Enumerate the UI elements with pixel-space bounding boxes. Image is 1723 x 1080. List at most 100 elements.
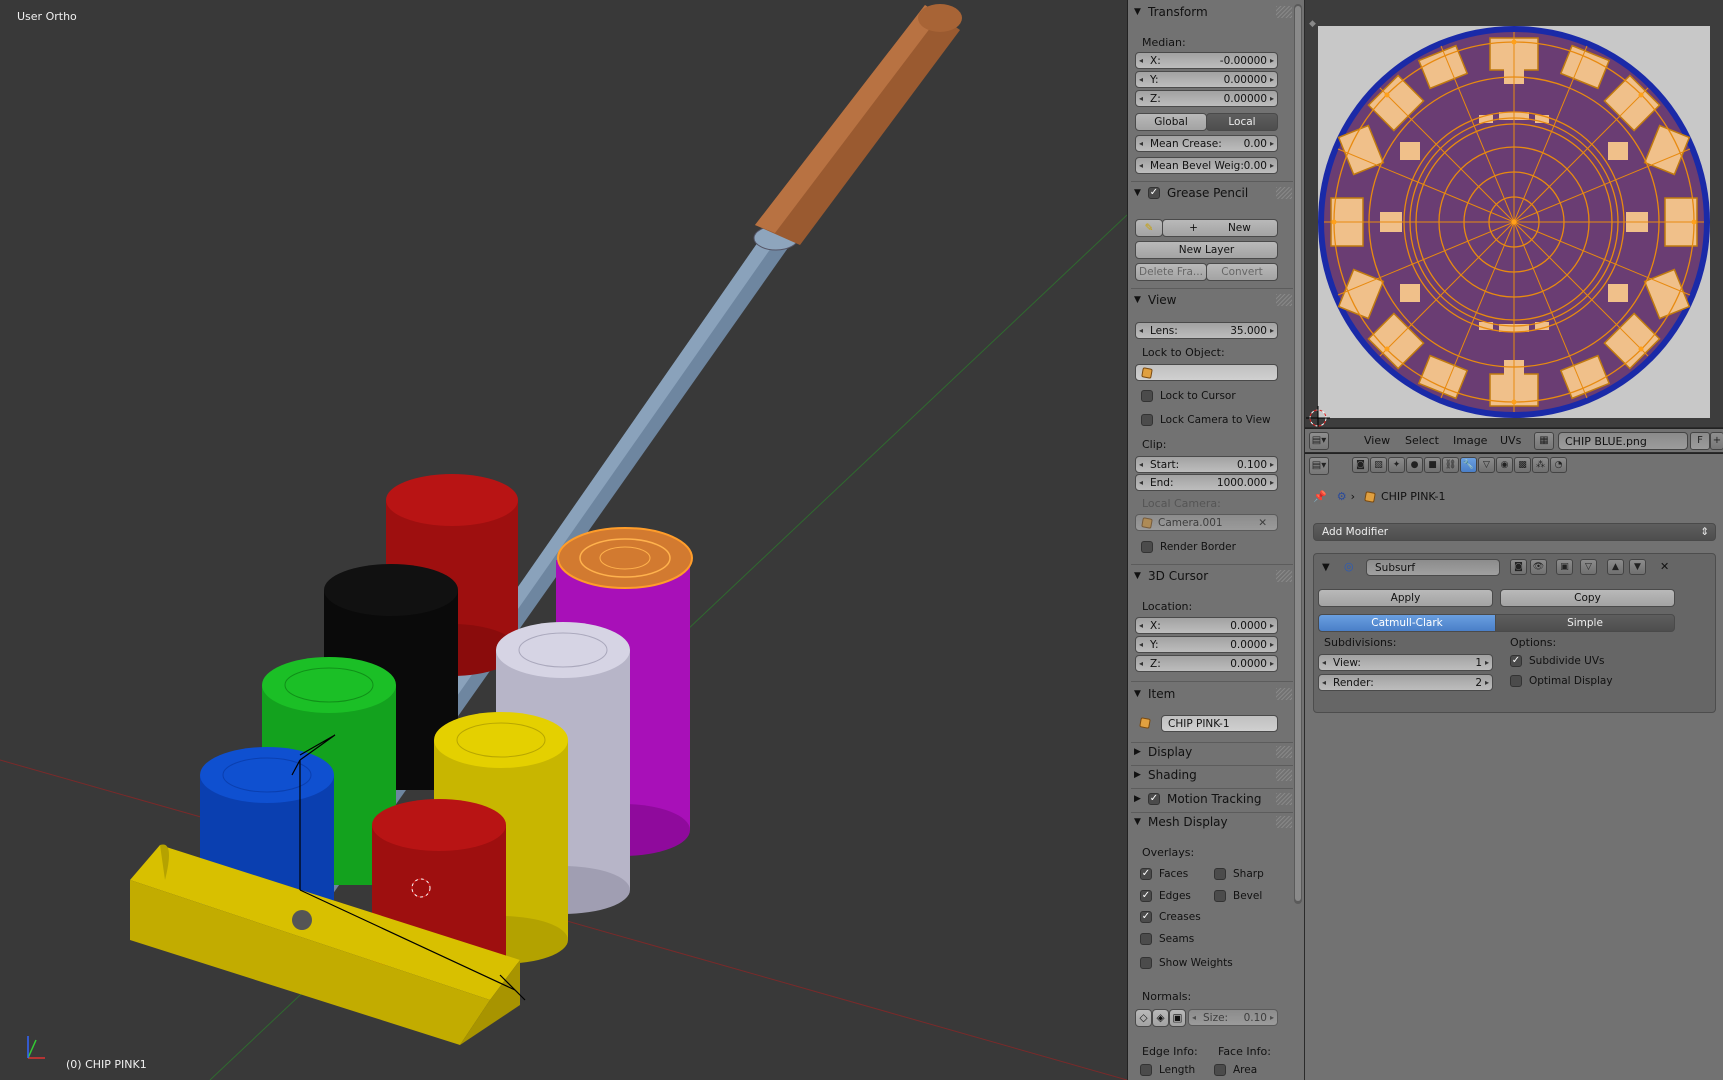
lock-object-field[interactable]: [1135, 364, 1278, 381]
checkbox-icon[interactable]: [1141, 390, 1153, 402]
drag-grip-icon[interactable]: [1276, 793, 1292, 805]
close-icon[interactable]: ✕: [1258, 517, 1267, 529]
image-browse-icon[interactable]: ▦: [1534, 432, 1554, 450]
median-z-field[interactable]: Z:0.00000: [1135, 90, 1278, 107]
creases-checkbox[interactable]: ✓ Creases: [1140, 911, 1201, 923]
drag-grip-icon[interactable]: [1276, 746, 1292, 758]
mean-bevel-field[interactable]: Mean Bevel Weig:0.00: [1135, 157, 1278, 174]
local-camera-field[interactable]: Camera.001 ✕: [1135, 514, 1278, 531]
render-layers-tab-icon[interactable]: ▧: [1370, 457, 1387, 473]
drag-grip-icon[interactable]: [1276, 570, 1292, 582]
3d-viewport[interactable]: User Ortho (0) CHIP PINK1: [0, 0, 1127, 1080]
drag-grip-icon[interactable]: [1276, 688, 1292, 700]
grease-pencil-browse-button[interactable]: ✎: [1135, 219, 1163, 237]
object-name-field[interactable]: CHIP PINK-1: [1161, 715, 1278, 732]
mesh-display-panel-header[interactable]: ▼ Mesh Display: [1134, 812, 1292, 832]
texture-tab-icon[interactable]: ▩: [1514, 457, 1531, 473]
checkbox-checked-icon[interactable]: ✓: [1148, 187, 1160, 199]
vertex-normals-button[interactable]: ◇: [1135, 1009, 1152, 1027]
subdivide-uvs-checkbox[interactable]: ✓ Subdivide UVs: [1510, 655, 1605, 667]
checkbox-checked-icon[interactable]: ✓: [1140, 890, 1152, 902]
checkbox-icon[interactable]: [1214, 1064, 1226, 1076]
object-tab-icon[interactable]: ■: [1424, 457, 1441, 473]
transform-panel-header[interactable]: ▼ Transform: [1134, 2, 1292, 22]
uv-canvas[interactable]: ◆: [1305, 0, 1723, 427]
render-subdivisions-field[interactable]: Render:2: [1318, 674, 1493, 691]
checkbox-icon[interactable]: [1140, 957, 1152, 969]
drag-grip-icon[interactable]: [1276, 187, 1292, 199]
drag-grip-icon[interactable]: [1276, 294, 1292, 306]
seams-checkbox[interactable]: Seams: [1140, 933, 1194, 945]
delete-frame-button[interactable]: Delete Fra...: [1135, 263, 1207, 281]
move-up-icon[interactable]: ▲: [1607, 559, 1624, 575]
grease-pencil-new-button[interactable]: + New: [1162, 219, 1278, 237]
show-weights-checkbox[interactable]: Show Weights: [1140, 957, 1233, 969]
grease-pencil-panel-header[interactable]: ▼ ✓ Grease Pencil: [1134, 183, 1292, 203]
clip-start-field[interactable]: Start:0.100: [1135, 456, 1278, 473]
face-area-checkbox[interactable]: Area: [1214, 1064, 1257, 1076]
catmull-clark-toggle[interactable]: Catmull-Clark: [1318, 614, 1496, 632]
material-tab-icon[interactable]: ◉: [1496, 457, 1513, 473]
global-toggle-button[interactable]: Global: [1135, 113, 1207, 131]
viewport-visibility-icon[interactable]: 👁: [1530, 559, 1547, 575]
fake-user-button[interactable]: F: [1690, 432, 1710, 450]
editor-type-icon[interactable]: ▤▾: [1309, 432, 1329, 450]
faces-checkbox[interactable]: ✓ Faces: [1140, 868, 1188, 880]
drag-grip-icon[interactable]: [1276, 816, 1292, 828]
constraints-tab-icon[interactable]: ⛓: [1442, 457, 1459, 473]
face-normals-button[interactable]: ▣: [1169, 1009, 1186, 1027]
move-down-icon[interactable]: ▼: [1629, 559, 1646, 575]
modifier-name-field[interactable]: Subsurf: [1366, 559, 1500, 576]
motion-tracking-panel-header[interactable]: ▶ ✓ Motion Tracking: [1134, 789, 1292, 809]
checkbox-icon[interactable]: [1214, 890, 1226, 902]
edges-checkbox[interactable]: ✓ Edges: [1140, 890, 1191, 902]
world-tab-icon[interactable]: ●: [1406, 457, 1423, 473]
render-visibility-icon[interactable]: ◙: [1510, 559, 1527, 575]
optimal-display-checkbox[interactable]: Optimal Display: [1510, 675, 1613, 687]
scene-tab-icon[interactable]: ✦: [1388, 457, 1405, 473]
menu-uvs[interactable]: UVs: [1500, 434, 1521, 447]
checkbox-icon[interactable]: [1510, 675, 1522, 687]
apply-button[interactable]: Apply: [1318, 589, 1493, 607]
sidebar-scrollbar[interactable]: [1294, 4, 1302, 904]
checkbox-checked-icon[interactable]: ✓: [1140, 911, 1152, 923]
sharp-checkbox[interactable]: Sharp: [1214, 868, 1264, 880]
checkbox-icon[interactable]: [1140, 1064, 1152, 1076]
image-name-field[interactable]: CHIP BLUE.png: [1558, 432, 1688, 450]
menu-image[interactable]: Image: [1453, 434, 1487, 447]
lock-camera-checkbox[interactable]: Lock Camera to View: [1141, 414, 1271, 426]
median-y-field[interactable]: Y:0.00000: [1135, 71, 1278, 88]
view-subdivisions-field[interactable]: View:1: [1318, 654, 1493, 671]
on-cage-icon[interactable]: ▽: [1580, 559, 1597, 575]
view-panel-header[interactable]: ▼ View: [1134, 290, 1292, 310]
clip-end-field[interactable]: End:1000.000: [1135, 474, 1278, 491]
physics-tab-icon[interactable]: ◔: [1550, 457, 1567, 473]
3d-cursor-panel-header[interactable]: ▼ 3D Cursor: [1134, 566, 1292, 586]
scene-render[interactable]: [0, 0, 1127, 1080]
properties-editor[interactable]: ▤▾ ◙ ▧ ✦ ● ■ ⛓ 🔧 ▽ ◉ ▩ ⁂ ◔ 📌 ⚙ › CHIP PI…: [1305, 453, 1723, 1080]
edge-length-checkbox[interactable]: Length: [1140, 1064, 1195, 1076]
render-tab-icon[interactable]: ◙: [1352, 457, 1369, 473]
cursor-x-field[interactable]: X:0.0000: [1135, 617, 1278, 634]
checkbox-icon[interactable]: [1141, 541, 1153, 553]
uv-image-editor[interactable]: ◆: [1305, 0, 1723, 427]
particles-tab-icon[interactable]: ⁂: [1532, 457, 1549, 473]
local-toggle-button[interactable]: Local: [1206, 113, 1278, 131]
cursor-z-field[interactable]: Z:0.0000: [1135, 655, 1278, 672]
collapse-triangle-icon[interactable]: ▼: [1322, 562, 1330, 573]
render-border-checkbox[interactable]: Render Border: [1141, 541, 1236, 553]
item-panel-header[interactable]: ▼ Item: [1134, 684, 1292, 704]
lock-to-cursor-checkbox[interactable]: Lock to Cursor: [1141, 390, 1236, 402]
checkbox-checked-icon[interactable]: ✓: [1140, 868, 1152, 880]
editmode-visibility-icon[interactable]: ▣: [1556, 559, 1573, 575]
checkbox-checked-icon[interactable]: ✓: [1510, 655, 1522, 667]
split-normals-button[interactable]: ◈: [1152, 1009, 1169, 1027]
lens-field[interactable]: Lens:35.000: [1135, 322, 1278, 339]
checkbox-icon[interactable]: [1141, 414, 1153, 426]
add-modifier-dropdown[interactable]: Add Modifier ⇕: [1313, 523, 1716, 541]
new-layer-button[interactable]: New Layer: [1135, 241, 1278, 259]
bevel-checkbox[interactable]: Bevel: [1214, 890, 1262, 902]
menu-select[interactable]: Select: [1405, 434, 1439, 447]
new-image-icon[interactable]: +: [1710, 432, 1723, 450]
remove-modifier-icon[interactable]: ✕: [1660, 560, 1669, 573]
